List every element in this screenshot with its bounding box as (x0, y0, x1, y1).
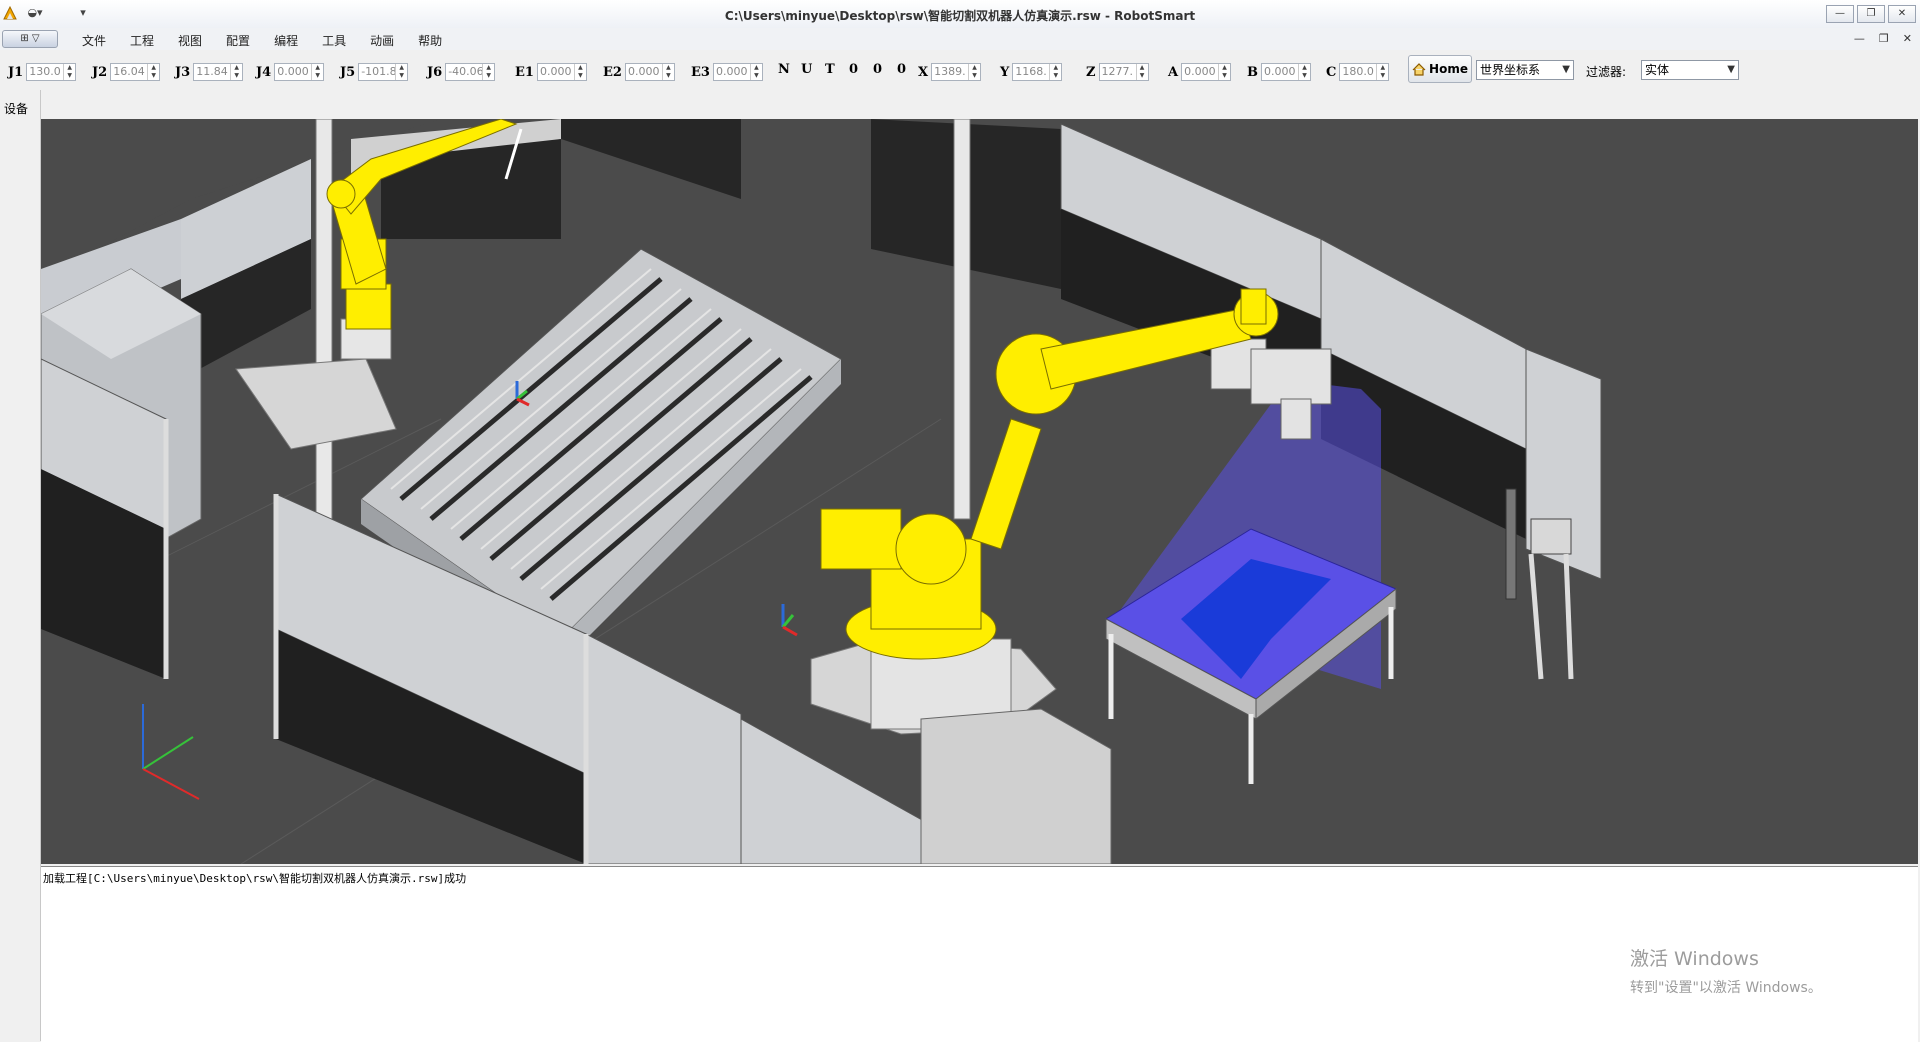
doc-minimize-button[interactable]: — (1854, 32, 1865, 45)
menu-help[interactable]: 帮助 (406, 32, 454, 49)
config-flag-n[interactable]: N (778, 62, 790, 77)
chevron-down-icon: ▼ (1727, 64, 1735, 75)
config-flag-t[interactable]: T (825, 62, 835, 77)
config-turn-3[interactable]: 0 (897, 62, 906, 77)
menu-tools[interactable]: 工具 (310, 32, 358, 49)
joint-label: J3 (175, 64, 191, 80)
cart-label: X (918, 64, 929, 80)
robot-pedestal (920, 708, 1112, 864)
restore-button[interactable]: ❐ (1857, 5, 1885, 23)
spin-arrows-icon: ▲ ▼ (147, 64, 159, 80)
cart-label: Z (1086, 64, 1096, 80)
spin-arrows-icon: ▲ ▼ (395, 64, 407, 80)
axis-label: E2 (603, 64, 622, 80)
config-turn-1[interactable]: 0 (849, 62, 858, 77)
menu-bar: ⊞ ▽ 文件 工程 视图 配置 编程 工具 动画 帮助 — ❐ ✕ (0, 28, 1920, 50)
window-title: C:\Users\minyue\Desktop\rsw\智能切割双机器人仿真演示… (724, 9, 1196, 23)
config-flag-u[interactable]: U (801, 62, 812, 77)
device-tab[interactable]: 设备 (4, 100, 28, 117)
doc-restore-button[interactable]: ❐ (1879, 32, 1889, 45)
close-button[interactable]: ✕ (1888, 5, 1916, 23)
watermark-line-2: 转到"设置"以激活 Windows。 (1630, 980, 1822, 996)
minimize-button[interactable]: — (1826, 5, 1854, 23)
j2-spinbox[interactable]: 16.04 ▲ ▼ (110, 63, 161, 81)
vision-scan-area (1104, 379, 1397, 784)
spin-arrows-icon: ▲ ▼ (311, 64, 323, 80)
spin-arrows-icon: ▲ ▼ (230, 64, 242, 80)
j1-spinbox[interactable]: 130.0 ▲ ▼ (26, 63, 77, 81)
j5-spinbox[interactable]: -101.8 ▲ ▼ (358, 63, 409, 81)
windows-activation-watermark: 激活 Windows 转到"设置"以激活 Windows。 (1630, 944, 1822, 997)
menu-file[interactable]: 文件 (70, 32, 118, 49)
application-button[interactable]: ⊞ ▽ (2, 30, 58, 48)
c-spinbox[interactable]: 180.0 ▲ ▼ (1339, 63, 1390, 81)
title-bar: ◒▾ ▾ C:\Users\minyue\Desktop\rsw\智能切割双机器… (0, 0, 1920, 29)
spin-arrows-icon: ▲ ▼ (661, 64, 674, 80)
joint-label: J4 (256, 64, 272, 80)
chevron-down-icon: ▼ (1562, 64, 1570, 75)
spin-arrows-icon: ▲ ▼ (1376, 64, 1388, 80)
z-spinbox[interactable]: 1277. ▲ ▼ (1098, 63, 1149, 81)
filter-select[interactable]: 实体 ▼ (1641, 60, 1739, 80)
e2-spinbox[interactable]: 0.000 ▲ ▼ (624, 63, 675, 81)
watermark-line-1: 激活 Windows (1630, 948, 1759, 970)
spin-arrows-icon: ▲ ▼ (1049, 64, 1061, 80)
config-turn-2[interactable]: 0 (873, 62, 882, 77)
coord-system-select[interactable]: 世界坐标系 ▼ (1476, 60, 1574, 80)
e3-spinbox[interactable]: 0.000 ▲ ▼ (712, 63, 763, 81)
e1-spinbox[interactable]: 0.000 ▲ ▼ (536, 63, 587, 81)
cart-label: C (1326, 64, 1337, 80)
b-spinbox[interactable]: 0.000 ▲ ▼ (1261, 63, 1311, 81)
joint-label: J2 (92, 64, 108, 80)
joint-label: J1 (8, 64, 24, 80)
device-panel: 设备 (0, 90, 41, 1041)
spin-arrows-icon: ▲ ▼ (749, 64, 762, 80)
doc-close-button[interactable]: ✕ (1903, 32, 1912, 45)
spin-arrows-icon: ▲ ▼ (482, 64, 494, 80)
a-spinbox[interactable]: 0.000 ▲ ▼ (1181, 63, 1232, 81)
axis-label: E1 (515, 64, 534, 80)
scene-render[interactable] (41, 119, 1918, 864)
home-label: Home (1429, 62, 1468, 76)
menu-view[interactable]: 视图 (166, 32, 214, 49)
spin-arrows-icon: ▲ ▼ (573, 64, 586, 80)
x-spinbox[interactable]: 1389. ▲ ▼ (931, 63, 982, 81)
menu-animation[interactable]: 动画 (358, 32, 406, 49)
spin-arrows-icon: ▲ ▼ (968, 64, 980, 80)
cart-label: B (1247, 64, 1258, 80)
world-axis-triad (142, 704, 200, 800)
y-spinbox[interactable]: 1168. ▲ ▼ (1012, 63, 1063, 81)
j4-spinbox[interactable]: 0.000 ▲ ▼ (274, 63, 325, 81)
j3-spinbox[interactable]: 11.84 ▲ ▼ (193, 63, 244, 81)
spin-arrows-icon: ▲ ▼ (1135, 64, 1148, 80)
home-icon (1412, 62, 1426, 76)
axis-label: E3 (691, 64, 710, 80)
filter-label: 过滤器: (1586, 65, 1627, 79)
cart-label: A (1168, 64, 1179, 80)
robot-pose-toolbar: J1 130.0 ▲ ▼ J2 16.04 ▲ ▼ J3 11.84 ▲ ▼ J4 0.000 ▲ ▼ … (0, 54, 1920, 88)
frame-axis-triad (781, 604, 798, 637)
spin-arrows-icon: ▲ ▼ (1218, 64, 1230, 80)
joint-label: J5 (340, 64, 356, 80)
3d-viewport[interactable] (41, 119, 1918, 864)
menu-program[interactable]: 编程 (262, 32, 310, 49)
j6-spinbox[interactable]: -40.06 ▲ ▼ (445, 63, 496, 81)
cart-label: Y (1000, 64, 1010, 80)
joint-label: J6 (427, 64, 443, 80)
home-button[interactable]: Home (1408, 55, 1472, 83)
spin-arrows-icon: ▲ ▼ (63, 64, 75, 80)
console-message: 加载工程[C:\Users\minyue\Desktop\rsw\智能切割双机器… (43, 872, 467, 885)
spin-arrows-icon: ▲ ▼ (1298, 64, 1310, 80)
menu-project[interactable]: 工程 (118, 32, 166, 49)
menu-config[interactable]: 配置 (214, 32, 262, 49)
